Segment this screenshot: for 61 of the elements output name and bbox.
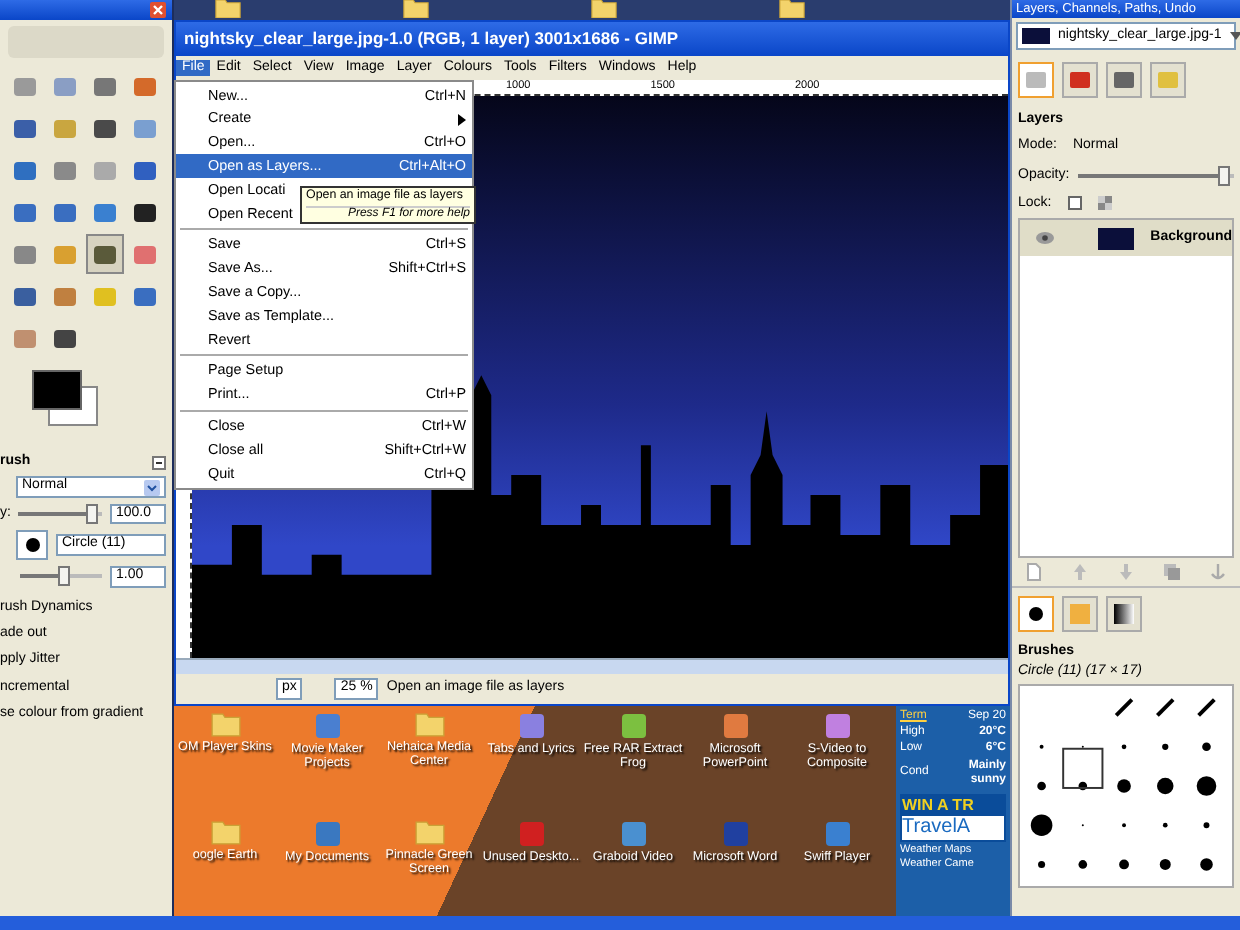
app-icon[interactable]	[823, 712, 851, 740]
image-thumbnail-icon	[1022, 28, 1050, 44]
tool-icon	[52, 325, 78, 351]
dropdown-arrow-icon[interactable]	[144, 479, 160, 496]
tool-icon	[92, 241, 118, 267]
tool-icon	[12, 157, 38, 183]
slider-thumb[interactable]	[85, 503, 97, 524]
tool-icon	[92, 115, 118, 141]
tool-icon	[52, 199, 78, 225]
tool-icon	[12, 283, 38, 309]
tool-icon	[92, 73, 118, 99]
gradient-icon	[1112, 602, 1136, 627]
brush-dot-icon	[25, 538, 39, 553]
dock-tab[interactable]	[1106, 596, 1142, 633]
tool-icon	[12, 115, 38, 141]
tool-icon	[132, 157, 158, 183]
ad-title: WIN A TR	[902, 795, 976, 816]
tool-icon	[132, 241, 158, 267]
tool-icon	[92, 283, 118, 309]
app-icon[interactable]	[823, 819, 851, 847]
tool-icon	[12, 241, 38, 267]
window-title: nightsky_clear_large.jpg-1.0 (RGB, 1 layer) 3001x1686 - GIMP	[176, 22, 1008, 56]
tool-icon	[12, 325, 38, 351]
tool-icon	[52, 283, 78, 309]
dropdown-arrow-icon[interactable]	[1229, 32, 1240, 40]
app-icon[interactable]	[517, 712, 545, 740]
brush-preview-button[interactable]	[16, 530, 48, 561]
ad-banner[interactable]: WIN A TR TravelA	[900, 793, 1006, 842]
eye-icon[interactable]	[1036, 232, 1054, 245]
tool-icon	[52, 241, 78, 267]
brush-grid-drawing[interactable]	[1018, 683, 1234, 888]
lock-pixels-checkbox-icon[interactable]	[1067, 196, 1082, 211]
tool-icon	[132, 283, 158, 309]
duplicate-icon[interactable]	[1161, 562, 1182, 583]
ad-brand: TravelA	[902, 815, 1004, 840]
close-icon[interactable]	[150, 2, 166, 18]
tool-icon	[52, 73, 78, 99]
app-icon[interactable]	[619, 712, 647, 740]
app-icon[interactable]	[721, 712, 749, 740]
color-swatches-drawing[interactable]	[32, 370, 98, 426]
tool-icon	[132, 115, 158, 141]
tool-icon	[132, 73, 158, 99]
dock-tab[interactable]	[1018, 596, 1054, 633]
tool-icon	[132, 199, 158, 225]
brush-dot-icon	[1024, 602, 1048, 627]
anchor-icon[interactable]	[1207, 562, 1228, 583]
slider-thumb[interactable]	[1217, 165, 1230, 186]
submenu-arrow-icon	[458, 113, 466, 126]
tool-icon	[92, 157, 118, 183]
tool-icon	[92, 199, 118, 225]
slider-thumb[interactable]	[58, 566, 71, 587]
lock-alpha-icon[interactable]	[1097, 196, 1112, 211]
horizontal-scrollbar[interactable]	[176, 658, 1008, 675]
tool-icon	[12, 199, 38, 225]
tool-icon	[12, 73, 38, 99]
tool-icon	[52, 157, 78, 183]
pattern-icon	[1068, 602, 1092, 627]
restore-icon[interactable]	[152, 455, 166, 470]
tool-icon	[52, 115, 78, 141]
app-icon[interactable]	[619, 819, 647, 847]
layer-thumbnail	[1098, 227, 1135, 250]
